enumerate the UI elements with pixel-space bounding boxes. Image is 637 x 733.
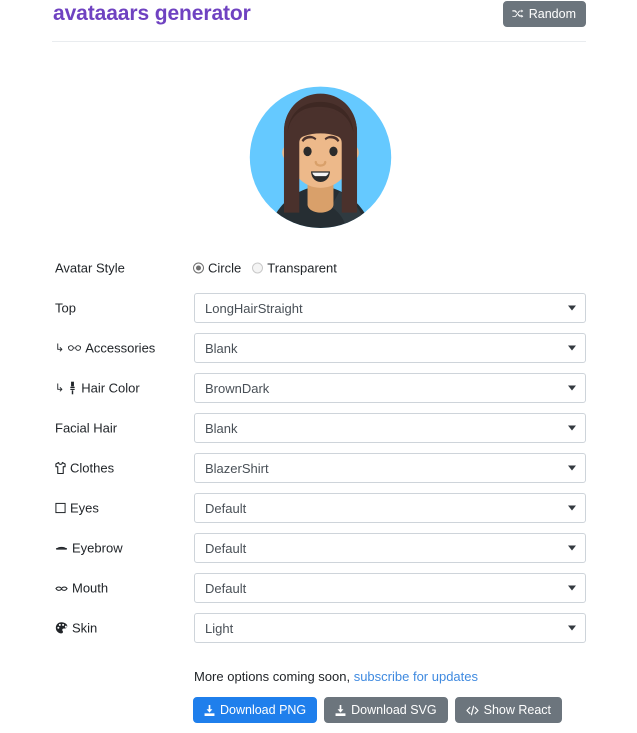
select-eyes-value: Default [205, 500, 247, 516]
form-row-eyebrow: Eyebrow Default [0, 528, 637, 568]
eyebrow-icon [55, 545, 68, 551]
page-header: avataaars generator Random [0, 0, 637, 46]
select-mouth[interactable]: Default [194, 573, 586, 603]
select-hair-color[interactable]: BrownDark [194, 373, 586, 403]
select-skin[interactable]: Light [194, 613, 586, 643]
chevron-down-icon [568, 385, 576, 391]
code-icon [466, 705, 479, 716]
label-eyes: Eyes [55, 501, 99, 516]
download-png-button[interactable]: Download PNG [193, 697, 318, 723]
select-hair-color-value: BrownDark [205, 380, 270, 396]
form-row-avatar-style: Avatar Style Circle Transparent [0, 248, 637, 288]
select-clothes-value: BlazerShirt [205, 460, 269, 476]
select-accessories-value: Blank [205, 340, 238, 356]
chevron-down-icon [568, 585, 576, 591]
select-clothes[interactable]: BlazerShirt [194, 453, 586, 483]
radio-circle-indicator[interactable] [193, 262, 204, 274]
avatar-options-form: Avatar Style Circle Transparent Top Long… [0, 248, 637, 648]
label-accessories: ↳ Accessories [55, 341, 155, 356]
label-text: Eyes [70, 500, 99, 516]
label-text: Hair Color [81, 380, 140, 396]
header-divider [52, 41, 586, 42]
random-button-label: Random [528, 6, 576, 21]
label-text: Eyebrow [72, 540, 123, 556]
glasses-icon [68, 344, 82, 353]
select-mouth-value: Default [205, 580, 247, 596]
label-text: Mouth [72, 580, 109, 596]
label-text: Skin [72, 620, 98, 636]
chevron-down-icon [568, 305, 576, 311]
label-text: Facial Hair [55, 420, 118, 436]
download-png-label: Download PNG [220, 702, 307, 717]
eye-icon [55, 502, 66, 514]
form-row-mouth: Mouth Default [0, 568, 637, 608]
download-icon [335, 704, 346, 716]
form-row-clothes: Clothes BlazerShirt [0, 448, 637, 488]
label-top: Top [55, 301, 76, 316]
select-eyes[interactable]: Default [194, 493, 586, 523]
avatar-preview [238, 63, 403, 228]
select-accessories[interactable]: Blank [194, 333, 586, 363]
radio-transparent-indicator[interactable] [252, 262, 264, 274]
chevron-down-icon [568, 545, 576, 551]
radio-transparent-label: Transparent [267, 260, 337, 276]
mouth-icon [55, 584, 68, 592]
select-skin-value: Light [205, 620, 234, 636]
chevron-down-icon [568, 625, 576, 631]
more-options-label: More options coming soon, [194, 669, 354, 684]
select-eyebrow-value: Default [205, 540, 247, 556]
select-facial-hair[interactable]: Blank [194, 413, 586, 443]
select-top[interactable]: LongHairStraight [194, 293, 586, 323]
show-react-label: Show React [483, 702, 552, 717]
random-button[interactable]: Random [502, 1, 586, 27]
avatar-svg [249, 86, 392, 228]
avataaars-generator-page: avataaars generator Random Avatar Style … [0, 0, 637, 733]
label-text: Accessories [85, 340, 156, 356]
chevron-down-icon [568, 345, 576, 351]
avatar-style-radio-group: Circle Transparent [193, 261, 337, 276]
label-hair-color: ↳ Hair Color [55, 381, 140, 396]
label-mouth: Mouth [55, 581, 108, 596]
label-skin: Skin [55, 621, 97, 636]
label-facial-hair: Facial Hair [55, 421, 117, 436]
action-button-row: Download PNG Download SVG Show React [193, 697, 563, 723]
more-options-text: More options coming soon, subscribe for … [194, 669, 478, 684]
download-icon [204, 704, 215, 716]
select-top-value: LongHairStraight [205, 300, 303, 316]
download-svg-button[interactable]: Download SVG [324, 697, 448, 723]
label-avatar-style: Avatar Style [55, 261, 125, 276]
label-eyebrow: Eyebrow [55, 541, 123, 556]
form-row-hair-color: ↳ Hair Color BrownDark [0, 368, 637, 408]
label-text: Avatar Style [55, 260, 125, 276]
chevron-down-icon [568, 505, 576, 511]
nested-arrow-icon: ↳ [55, 382, 65, 395]
page-title: avataaars generator [53, 2, 251, 25]
radio-circle-label: Circle [208, 260, 242, 276]
avatar-eye-left [303, 146, 312, 157]
nested-arrow-icon: ↳ [55, 342, 65, 355]
label-clothes: Clothes [55, 461, 114, 476]
form-row-skin: Skin Light [0, 608, 637, 648]
avatar-eye-right [329, 146, 338, 157]
form-row-top: Top LongHairStraight [0, 288, 637, 328]
tshirt-icon [55, 461, 66, 475]
form-row-eyes: Eyes Default [0, 488, 637, 528]
radio-circle[interactable]: Circle [193, 261, 241, 276]
form-row-accessories: ↳ Accessories Blank [0, 328, 637, 368]
chevron-down-icon [568, 465, 576, 471]
label-text: Top [55, 300, 76, 316]
shuffle-icon [512, 8, 524, 20]
chevron-down-icon [568, 425, 576, 431]
select-eyebrow[interactable]: Default [194, 533, 586, 563]
show-react-button[interactable]: Show React [454, 697, 563, 723]
palette-icon [55, 622, 68, 635]
subscribe-link[interactable]: subscribe for updates [354, 669, 478, 684]
label-text: Clothes [70, 460, 115, 476]
form-row-facial-hair: Facial Hair Blank [0, 408, 637, 448]
download-svg-label: Download SVG [351, 702, 437, 717]
select-facial-hair-value: Blank [205, 420, 238, 436]
hair-brush-icon [68, 381, 77, 395]
radio-transparent[interactable]: Transparent [252, 261, 337, 276]
